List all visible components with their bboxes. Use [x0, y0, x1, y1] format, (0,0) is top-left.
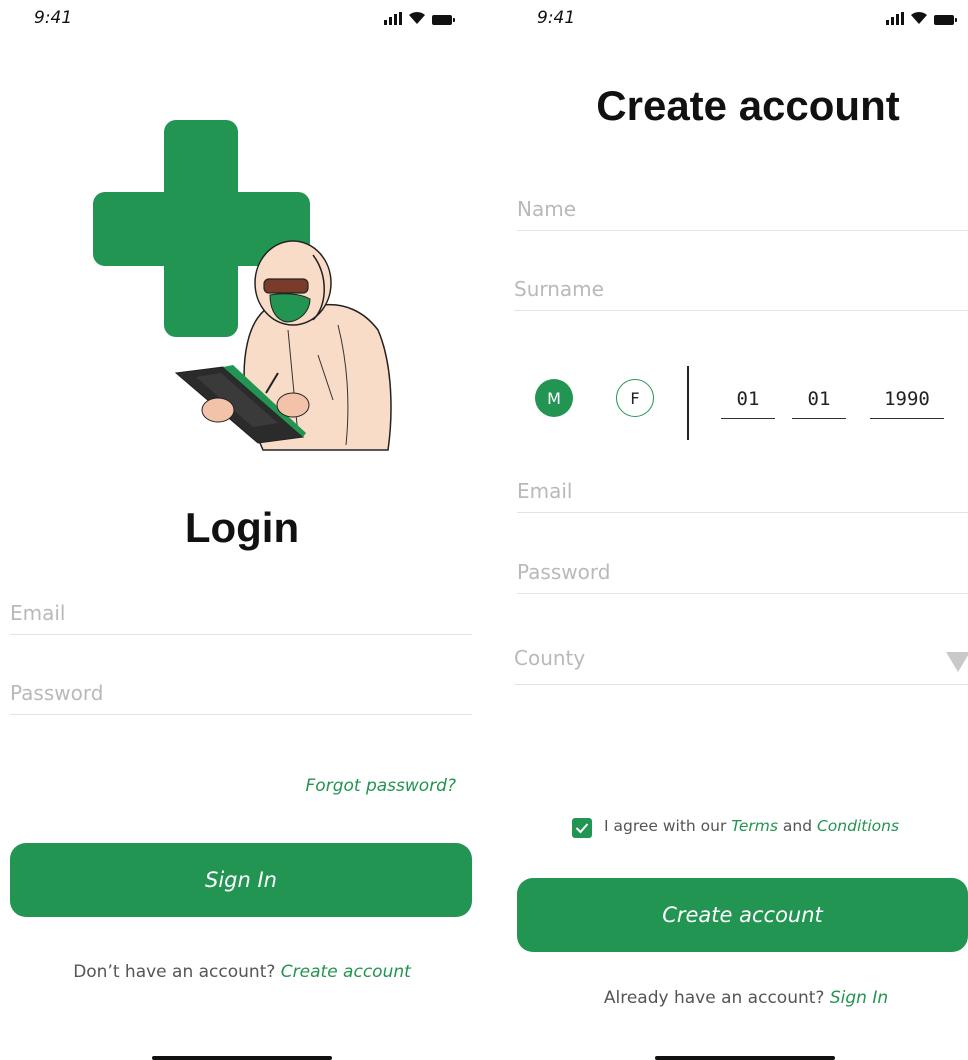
dob-month-input[interactable]: 01 — [792, 384, 846, 419]
surname-input[interactable] — [514, 270, 968, 308]
terms-checkbox[interactable] — [572, 818, 592, 838]
signup-screen: 9:41 Create account M F 01 01 1990 Count… — [504, 0, 968, 1060]
status-icons — [886, 11, 957, 25]
battery-icon — [934, 15, 957, 25]
dob-day-input[interactable]: 01 — [721, 384, 775, 419]
wifi-icon — [409, 11, 425, 24]
terms-prefix: I agree with our — [604, 817, 727, 835]
login-email-input[interactable] — [10, 594, 472, 632]
login-screen: 9:41 Login Forgot password — [0, 0, 484, 1060]
county-select[interactable]: County — [514, 640, 968, 685]
status-time: 9:41 — [34, 8, 73, 28]
terms-and: and — [782, 817, 813, 835]
signal-icon — [886, 12, 904, 25]
gender-dob-divider — [687, 366, 689, 440]
terms-link[interactable]: Terms — [731, 817, 778, 835]
login-password-field[interactable] — [10, 674, 472, 715]
name-input[interactable] — [517, 190, 968, 228]
signup-title: Create account — [596, 82, 900, 129]
terms-text: I agree with our Terms and Conditions — [604, 817, 899, 835]
surname-field[interactable] — [514, 270, 968, 311]
login-footer-prompt: Don’t have an account? — [73, 962, 276, 982]
gender-female-radio[interactable]: F — [616, 379, 654, 417]
login-email-field[interactable] — [10, 594, 472, 635]
conditions-link[interactable]: Conditions — [817, 817, 899, 835]
create-account-button[interactable]: Create account — [517, 878, 968, 952]
wifi-icon — [911, 11, 927, 24]
status-icons — [384, 11, 455, 25]
login-password-input[interactable] — [10, 674, 472, 712]
sign-in-button[interactable]: Sign In — [10, 843, 472, 917]
signup-footer: Already have an account? Sign In — [504, 988, 968, 1008]
gender-female-label: F — [630, 388, 640, 408]
home-indicator — [152, 1056, 332, 1060]
signal-icon — [384, 12, 402, 25]
forgot-password-link[interactable]: Forgot password? — [306, 776, 456, 796]
login-footer: Don’t have an account? Create account — [0, 962, 484, 982]
name-field[interactable] — [517, 190, 968, 231]
signup-email-input[interactable] — [517, 472, 968, 510]
sign-in-link[interactable]: Sign In — [830, 988, 888, 1008]
login-title: Login — [184, 504, 300, 551]
signup-password-input[interactable] — [517, 553, 968, 591]
signup-password-field[interactable] — [517, 553, 968, 594]
county-placeholder: County — [514, 646, 586, 670]
dob-year-input[interactable]: 1990 — [870, 384, 944, 419]
dropdown-arrow-icon — [946, 652, 968, 672]
signup-footer-prompt: Already have an account? — [603, 988, 825, 1008]
gender-male-label: M — [547, 388, 561, 408]
battery-icon — [432, 15, 455, 25]
create-account-link[interactable]: Create account — [281, 962, 411, 982]
status-time: 9:41 — [537, 8, 576, 28]
home-indicator — [655, 1056, 835, 1060]
checkmark-icon — [575, 823, 589, 834]
doctor-illustration — [93, 120, 392, 451]
gender-male-radio[interactable]: M — [535, 379, 573, 417]
signup-email-field[interactable] — [517, 472, 968, 513]
